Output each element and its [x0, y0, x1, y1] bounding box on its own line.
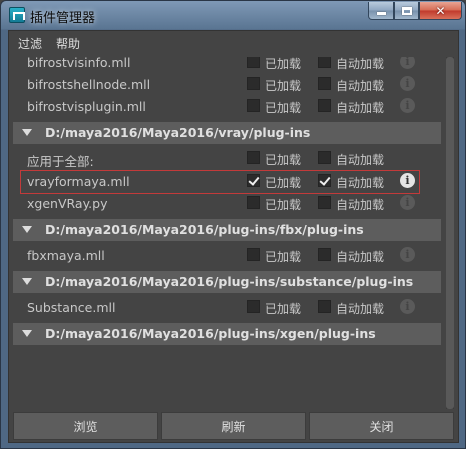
- info-icon[interactable]: i: [400, 299, 415, 314]
- loaded-checkbox[interactable]: [247, 174, 260, 187]
- section-path: D:/maya2016/Maya2016/plug-ins/xgen/plug-…: [45, 326, 376, 341]
- loaded-checkbox[interactable]: [247, 57, 260, 68]
- plugin-name: bifrostvisinfo.mll: [27, 57, 131, 70]
- bottom-buttons: 浏览 刷新 关闭: [13, 412, 454, 440]
- window-controls: ✕: [368, 2, 462, 20]
- maya-icon: [9, 7, 25, 23]
- autoload-checkbox[interactable]: [318, 57, 331, 68]
- autoload-checkbox[interactable]: [318, 174, 331, 187]
- collapse-triangle-icon[interactable]: [22, 278, 32, 285]
- autoload-label: 自动加载: [336, 176, 385, 190]
- plugin-name: bifrostvisplugin.mll: [27, 99, 146, 114]
- loaded-checkbox[interactable]: [247, 196, 260, 209]
- plugin-row: fbxmaya.mll 已加载 自动加载 i: [13, 245, 441, 267]
- autoload-checkbox[interactable]: [318, 248, 331, 261]
- loaded-label: 已加载: [265, 57, 302, 71]
- browse-button[interactable]: 浏览: [13, 412, 158, 440]
- autoload-label: 自动加载: [336, 79, 385, 93]
- title-bar[interactable]: 插件管理器 ✕: [1, 1, 466, 30]
- autoload-label: 自动加载: [336, 101, 385, 115]
- menu-help[interactable]: 帮助: [56, 35, 80, 52]
- plugin-manager-window: 插件管理器 ✕ 过滤 帮助 bifrostvisinfo.mll 已加载 自动加载 i…: [0, 0, 466, 449]
- plugin-name: fbxmaya.mll: [27, 248, 105, 263]
- plugin-row: xgenVRay.py 已加载 自动加载 i: [13, 193, 441, 215]
- autoload-checkbox[interactable]: [318, 151, 331, 164]
- plugin-name: bifrostshellnode.mll: [27, 77, 151, 92]
- loaded-label: 已加载: [265, 79, 302, 93]
- loaded-checkbox[interactable]: [247, 99, 260, 112]
- minimize-button[interactable]: [368, 2, 394, 20]
- plugin-name: xgenVRay.py: [27, 196, 108, 211]
- loaded-checkbox[interactable]: [247, 77, 260, 90]
- info-icon[interactable]: i: [400, 76, 415, 91]
- autoload-checkbox[interactable]: [318, 77, 331, 90]
- plugin-row: vrayformaya.mll 已加载 自动加载 i: [20, 170, 420, 194]
- section-path: D:/maya2016/Maya2016/plug-ins/substance/…: [45, 274, 414, 289]
- plugin-name: Substance.mll: [27, 300, 116, 315]
- minimize-icon: [376, 12, 386, 15]
- collapse-triangle-icon[interactable]: [22, 129, 32, 136]
- autoload-checkbox[interactable]: [318, 196, 331, 209]
- autoload-label: 自动加载: [336, 250, 385, 264]
- section-header[interactable]: D:/maya2016/Maya2016/plug-ins/substance/…: [13, 271, 441, 293]
- loaded-checkbox[interactable]: [247, 151, 260, 164]
- loaded-label: 已加载: [265, 176, 302, 190]
- loaded-label: 已加载: [265, 101, 302, 115]
- loaded-label: 已加载: [265, 198, 302, 212]
- autoload-label: 自动加载: [336, 198, 385, 212]
- collapse-triangle-icon[interactable]: [22, 226, 32, 233]
- close-icon: ✕: [435, 3, 446, 18]
- loaded-checkbox[interactable]: [247, 248, 260, 261]
- scroll-thumb[interactable]: [446, 57, 454, 409]
- apply-all-row: 应用于全部: 已加载 自动加载: [13, 148, 441, 170]
- menu-bar: 过滤 帮助: [9, 31, 458, 55]
- client-area: 过滤 帮助 bifrostvisinfo.mll 已加载 自动加载 i bifrosts…: [8, 30, 459, 443]
- info-icon[interactable]: i: [400, 57, 415, 69]
- autoload-label: 自动加载: [336, 153, 385, 167]
- plugin-list-panel[interactable]: bifrostvisinfo.mll 已加载 自动加载 i bifrostshellno…: [13, 57, 454, 409]
- plugin-row: Substance.mll 已加载 自动加载 i: [13, 297, 441, 319]
- window-close-button[interactable]: ✕: [419, 2, 462, 20]
- plugin-name: vrayformaya.mll: [27, 174, 130, 189]
- maximize-icon: [401, 6, 412, 15]
- collapse-triangle-icon[interactable]: [22, 330, 32, 337]
- info-icon[interactable]: i: [400, 173, 415, 188]
- plugin-row: bifrostvisinfo.mll 已加载 自动加载 i: [13, 57, 441, 74]
- info-icon[interactable]: i: [400, 247, 415, 262]
- autoload-label: 自动加载: [336, 57, 385, 71]
- apply-all-label: 应用于全部:: [27, 154, 94, 169]
- section-header[interactable]: D:/maya2016/Maya2016/plug-ins/fbx/plug-i…: [13, 219, 441, 241]
- menu-filter[interactable]: 过滤: [18, 35, 42, 52]
- section-header[interactable]: D:/maya2016/Maya2016/vray/plug-ins: [13, 122, 441, 144]
- autoload-checkbox[interactable]: [318, 99, 331, 112]
- window-title: 插件管理器: [30, 11, 96, 26]
- section-header[interactable]: D:/maya2016/Maya2016/plug-ins/xgen/plug-…: [13, 323, 441, 345]
- close-button[interactable]: 关闭: [309, 412, 454, 440]
- section-path: D:/maya2016/Maya2016/plug-ins/fbx/plug-i…: [45, 222, 364, 237]
- vertical-scrollbar[interactable]: [446, 57, 454, 409]
- loaded-label: 已加载: [265, 302, 302, 316]
- info-icon[interactable]: i: [400, 195, 415, 210]
- autoload-checkbox[interactable]: [318, 300, 331, 313]
- refresh-button[interactable]: 刷新: [161, 412, 306, 440]
- loaded-checkbox[interactable]: [247, 300, 260, 313]
- info-icon[interactable]: i: [400, 98, 415, 113]
- loaded-label: 已加载: [265, 250, 302, 264]
- plugin-row: bifrostvisplugin.mll 已加载 自动加载 i: [13, 96, 441, 118]
- maximize-button[interactable]: [394, 2, 419, 20]
- plugin-row: bifrostshellnode.mll 已加载 自动加载 i: [13, 74, 441, 96]
- autoload-label: 自动加载: [336, 302, 385, 316]
- section-path: D:/maya2016/Maya2016/vray/plug-ins: [45, 125, 311, 140]
- loaded-label: 已加载: [265, 153, 302, 167]
